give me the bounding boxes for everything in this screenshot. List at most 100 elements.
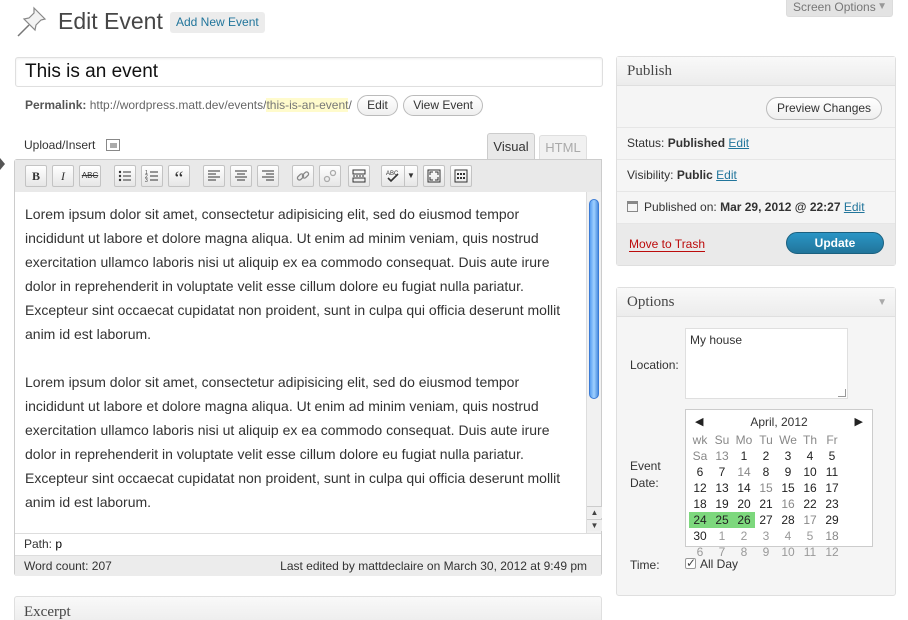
more-tag-button[interactable] <box>348 165 370 187</box>
calendar-day[interactable]: 11 <box>799 544 821 560</box>
calendar-day[interactable]: 15 <box>777 480 799 496</box>
italic-button[interactable]: I <box>52 165 74 187</box>
calendar-day[interactable]: 2 <box>755 448 777 464</box>
bullet-list-button[interactable] <box>114 165 136 187</box>
calendar-day[interactable]: 21 <box>755 496 777 512</box>
options-box-title[interactable]: Options ▼ <box>617 288 895 317</box>
calendar-day[interactable]: 30 <box>689 528 711 544</box>
tab-visual[interactable]: Visual <box>487 133 535 160</box>
calendar-day[interactable]: 27 <box>755 512 777 528</box>
weekday-header: Fr <box>826 433 838 447</box>
published-value: Mar 29, 2012 @ 22:27 <box>720 200 841 214</box>
chevron-down-icon[interactable]: ▼ <box>877 288 887 317</box>
edit-status-link[interactable]: Edit <box>728 136 749 150</box>
post-title-input[interactable]: This is an event <box>15 57 603 87</box>
all-day-option[interactable]: All Day <box>685 555 738 573</box>
calendar-day[interactable]: 29 <box>821 512 843 528</box>
svg-text:3: 3 <box>145 178 148 183</box>
calendar-day[interactable]: 11 <box>821 464 843 480</box>
screen-options-label: Screen Options <box>793 0 876 14</box>
align-right-button[interactable] <box>257 165 279 187</box>
calendar-day[interactable]: 25 <box>711 512 733 528</box>
upload-insert[interactable]: Upload/Insert <box>24 138 120 152</box>
scroll-down-icon[interactable]: ▼ <box>587 519 602 531</box>
editor-scrollbar[interactable]: ▲ ▼ <box>586 192 602 533</box>
scroll-up-icon[interactable]: ▲ <box>587 506 602 518</box>
calendar-day[interactable]: 20 <box>733 496 755 512</box>
edit-permalink-button[interactable]: Edit <box>357 95 398 117</box>
preview-changes-button[interactable]: Preview Changes <box>766 97 883 120</box>
calendar-month: April, 2012 <box>750 415 808 429</box>
path-element[interactable]: p <box>55 537 62 551</box>
calendar-day[interactable]: 3 <box>755 528 777 544</box>
calendar-day[interactable]: 3 <box>777 448 799 464</box>
calendar-day[interactable]: 28 <box>777 512 799 528</box>
spellcheck-button[interactable]: ABC <box>381 165 405 187</box>
bold-button[interactable]: B <box>25 165 47 187</box>
update-button[interactable]: Update <box>786 232 884 254</box>
view-event-button[interactable]: View Event <box>403 95 484 117</box>
add-new-event-button[interactable]: Add New Event <box>170 12 265 33</box>
visibility-value: Public <box>676 168 713 182</box>
calendar-day[interactable]: 1 <box>733 448 755 464</box>
page-title: Edit Event <box>58 8 163 34</box>
calendar-day[interactable]: 4 <box>799 448 821 464</box>
edit-date-link[interactable]: Edit <box>844 200 865 214</box>
calendar-day[interactable]: 10 <box>799 464 821 480</box>
calendar-day[interactable]: 18 <box>689 496 711 512</box>
collapse-menu-arrow-icon[interactable] <box>0 158 5 170</box>
calendar-day[interactable]: 10 <box>777 544 799 560</box>
calendar-day[interactable]: 12 <box>821 544 843 560</box>
calendar-day[interactable]: 13 <box>711 480 733 496</box>
calendar-day[interactable]: 2 <box>733 528 755 544</box>
permalink-slug[interactable]: this-is-an-event <box>266 98 349 112</box>
calendar-day[interactable]: 4 <box>777 528 799 544</box>
calendar-day[interactable]: 6 <box>689 464 711 480</box>
blockquote-button[interactable]: “ <box>168 165 190 190</box>
word-count: Word count: 207 <box>24 559 112 573</box>
add-media-icon[interactable] <box>105 139 120 151</box>
spellcheck-dropdown[interactable]: ▼ <box>405 165 418 187</box>
calendar-day[interactable]: 16 <box>799 480 821 496</box>
calendar-day[interactable]: 17 <box>821 480 843 496</box>
calendar-day[interactable]: 14 <box>733 480 755 496</box>
insert-link-button[interactable] <box>292 165 314 187</box>
calendar-day[interactable]: 5 <box>799 528 821 544</box>
location-input[interactable]: My house <box>685 328 848 399</box>
calendar-day[interactable]: 8 <box>755 464 777 480</box>
calendar-day[interactable]: 26 <box>733 512 755 528</box>
screen-options-button[interactable]: Screen Options ▼ <box>786 0 893 17</box>
chevron-down-icon: ▼ <box>877 1 887 12</box>
status-value: Published <box>667 136 726 150</box>
calendar-day[interactable]: 22 <box>799 496 821 512</box>
next-month-icon[interactable]: ▶ <box>855 413 863 431</box>
strikethrough-button[interactable]: ABC <box>79 165 101 187</box>
scrollbar-thumb[interactable] <box>589 199 599 399</box>
calendar-day[interactable]: 19 <box>711 496 733 512</box>
align-left-button[interactable] <box>203 165 225 187</box>
numbered-list-button[interactable]: 123 <box>141 165 163 187</box>
editor-content[interactable]: Lorem ipsum dolor sit amet, consectetur … <box>15 192 586 533</box>
calendar-day[interactable]: 24 <box>689 512 711 528</box>
paragraph: Lorem ipsum dolor sit amet, consectetur … <box>25 206 561 342</box>
calendar-day[interactable]: 5 <box>821 448 843 464</box>
unlink-button[interactable] <box>319 165 341 187</box>
calendar-day[interactable]: 23 <box>821 496 843 512</box>
align-center-button[interactable] <box>230 165 252 187</box>
publish-box-title[interactable]: Publish <box>617 57 895 86</box>
calendar-day[interactable]: 12 <box>689 480 711 496</box>
path-label: Path: <box>24 537 53 551</box>
align-center-icon <box>235 170 247 181</box>
edit-visibility-link[interactable]: Edit <box>716 168 737 182</box>
kitchen-sink-button[interactable] <box>450 165 472 187</box>
week-number: 17 <box>803 513 817 527</box>
calendar-day[interactable]: 1 <box>711 528 733 544</box>
calendar-day[interactable]: 9 <box>777 464 799 480</box>
excerpt-box-header[interactable]: Excerpt <box>14 596 602 620</box>
fullscreen-button[interactable] <box>423 165 445 187</box>
tab-html[interactable]: HTML <box>539 135 587 159</box>
move-to-trash-link[interactable]: Move to Trash <box>629 237 706 252</box>
all-day-checkbox[interactable] <box>685 555 696 572</box>
calendar-day[interactable]: 7 <box>711 464 733 480</box>
calendar-day[interactable]: 9 <box>755 544 777 560</box>
